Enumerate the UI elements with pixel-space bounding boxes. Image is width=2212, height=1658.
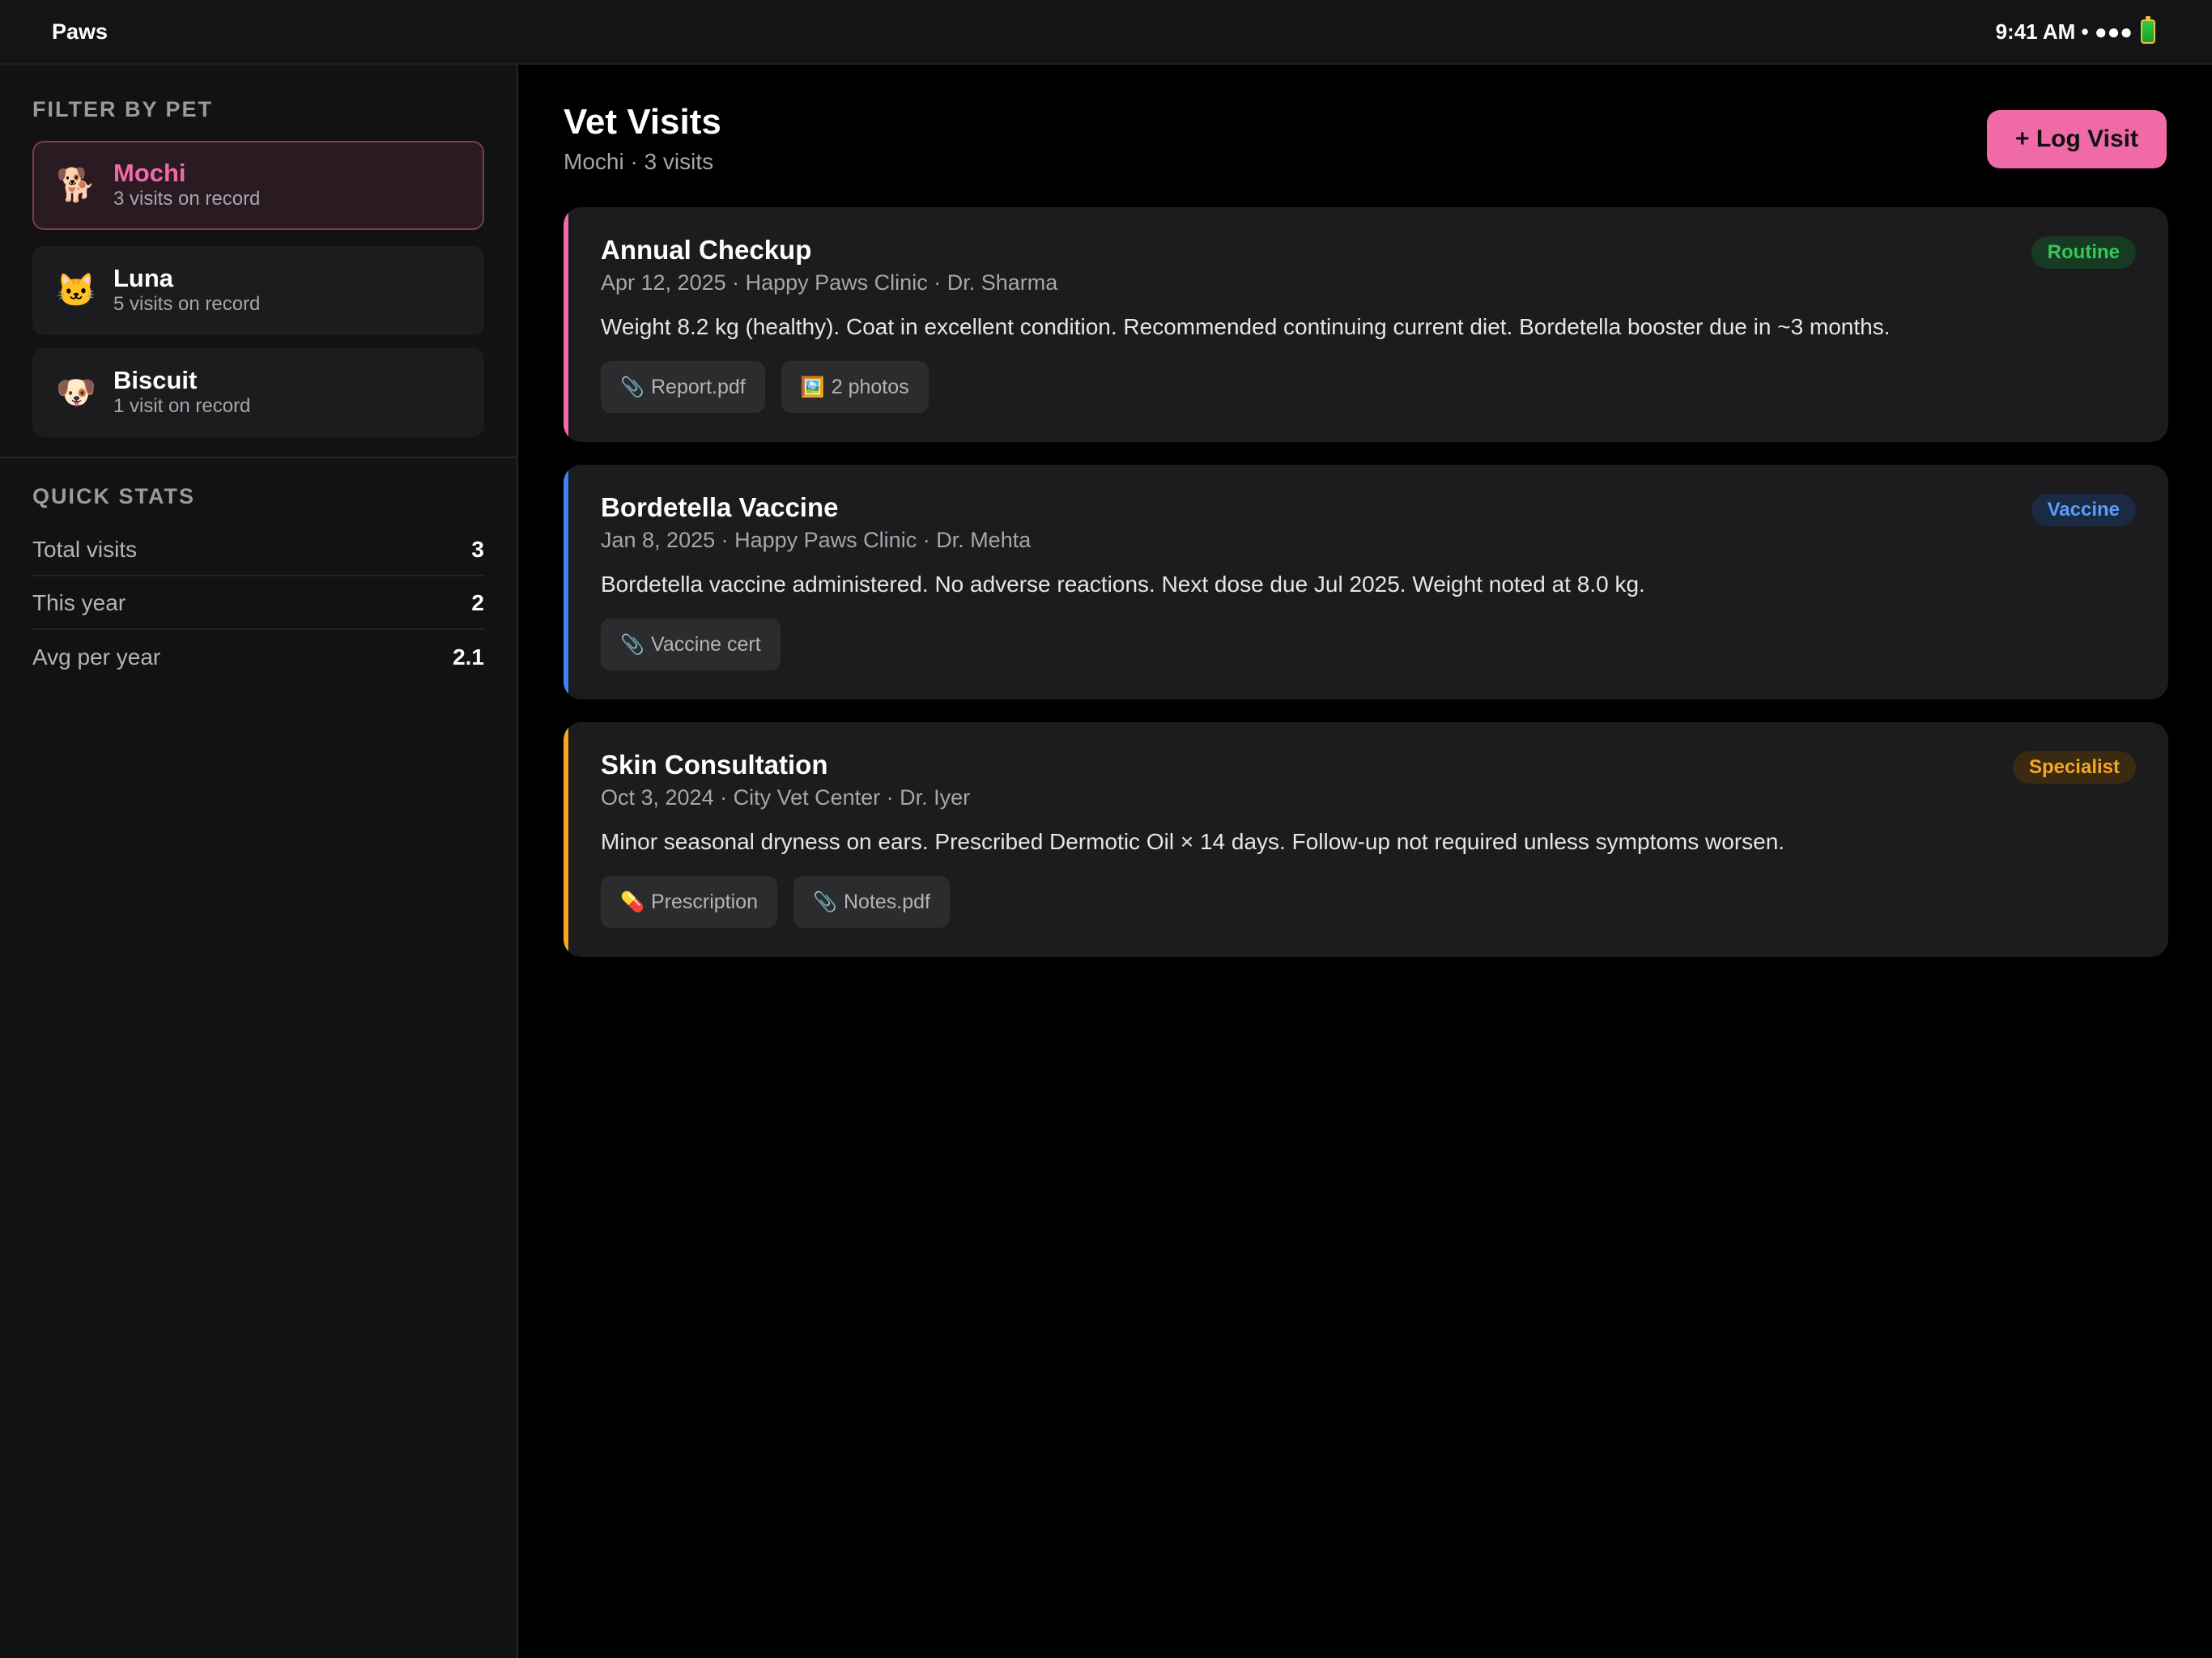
- visit-title: Bordetella Vaccine: [601, 492, 839, 522]
- pet-visit-count: 3 visits on record: [113, 188, 261, 210]
- status-bar: Paws 9:41 AM • ●●●: [0, 0, 2212, 65]
- sidebar: FILTER BY PET 🐕 Mochi 3 visits on record…: [0, 65, 518, 1658]
- pill-icon: 💊: [620, 891, 644, 913]
- attachment-label: 2 photos: [831, 375, 909, 398]
- visit-card[interactable]: Bordetella Vaccine Jan 8, 2025 · Happy P…: [564, 465, 2168, 699]
- visit-meta: Oct 3, 2024 · City Vet Center · Dr. Iyer: [601, 785, 971, 810]
- pet-name: Mochi: [113, 159, 186, 187]
- attachment-list: 💊 Prescription 📎 Notes.pdf: [601, 876, 951, 928]
- photo-icon: 🖼️: [800, 376, 825, 398]
- attachment-chip[interactable]: 🖼️ 2 photos: [781, 361, 929, 413]
- log-visit-button[interactable]: + Log Visit: [1987, 110, 2167, 168]
- visit-title: Skin Consultation: [601, 750, 828, 780]
- paperclip-icon: 📎: [620, 633, 644, 656]
- stat-total-visits: Total visits 3: [32, 525, 484, 576]
- stat-label: This year: [32, 590, 126, 615]
- battery-icon: [2141, 16, 2155, 44]
- app-name: Paws: [52, 19, 108, 44]
- visit-title: Annual Checkup: [601, 235, 812, 265]
- visit-accent-bar: [564, 207, 568, 442]
- pet-visit-count: 1 visit on record: [113, 395, 251, 417]
- stat-value: 2: [471, 590, 484, 615]
- visit-type-badge: Vaccine: [2031, 494, 2136, 526]
- paperclip-icon: 📎: [813, 891, 837, 913]
- visit-notes: Bordetella vaccine administered. No adve…: [601, 572, 1645, 597]
- status-indicators: 9:41 AM • ●●●: [1995, 16, 2155, 45]
- visit-notes: Minor seasonal dryness on ears. Prescrib…: [601, 829, 1785, 854]
- visit-type-badge: Routine: [2031, 236, 2136, 269]
- visit-card[interactable]: Skin Consultation Oct 3, 2024 · City Vet…: [564, 722, 2168, 957]
- pet-filter-mochi[interactable]: 🐕 Mochi 3 visits on record: [32, 141, 484, 230]
- attachment-label: Notes.pdf: [844, 890, 931, 913]
- status-time-signal: 9:41 AM • ●●●: [1995, 19, 2133, 44]
- pet-name: Luna: [113, 264, 174, 292]
- visit-accent-bar: [564, 722, 568, 957]
- page-subtitle: Mochi · 3 visits: [564, 149, 714, 174]
- attachment-chip[interactable]: 📎 Vaccine cert: [601, 619, 781, 670]
- attachment-label: Prescription: [651, 890, 758, 913]
- visit-meta: Apr 12, 2025 · Happy Paws Clinic · Dr. S…: [601, 270, 1058, 295]
- puppy-icon: 🐶: [56, 375, 96, 410]
- main-content: Vet Visits Mochi · 3 visits + Log Visit …: [520, 65, 2212, 1658]
- stat-value: 3: [471, 537, 484, 562]
- pet-filter-biscuit[interactable]: 🐶 Biscuit 1 visit on record: [32, 348, 484, 437]
- visit-card[interactable]: Annual Checkup Apr 12, 2025 · Happy Paws…: [564, 207, 2168, 442]
- stat-label: Total visits: [32, 537, 138, 562]
- paperclip-icon: 📎: [620, 376, 644, 398]
- visit-notes: Weight 8.2 kg (healthy). Coat in excelle…: [601, 314, 1891, 339]
- visit-accent-bar: [564, 465, 568, 699]
- cat-icon: 🐱: [56, 273, 96, 308]
- stat-this-year: This year 2: [32, 578, 484, 630]
- attachment-chip[interactable]: 📎 Report.pdf: [601, 361, 765, 413]
- attachment-list: 📎 Vaccine cert: [601, 619, 781, 670]
- attachment-label: Report.pdf: [651, 375, 746, 398]
- attachment-chip[interactable]: 💊 Prescription: [601, 876, 777, 928]
- stat-label: Avg per year: [32, 644, 161, 670]
- sidebar-divider: [0, 457, 517, 458]
- pet-name: Biscuit: [113, 366, 198, 394]
- pet-visit-count: 5 visits on record: [113, 293, 261, 315]
- visit-meta: Jan 8, 2025 · Happy Paws Clinic · Dr. Me…: [601, 528, 1032, 552]
- filter-by-pet-heading: FILTER BY PET: [32, 97, 214, 121]
- page-title: Vet Visits: [564, 102, 721, 142]
- pet-filter-luna[interactable]: 🐱 Luna 5 visits on record: [32, 246, 484, 335]
- attachment-list: 📎 Report.pdf 🖼️ 2 photos: [601, 361, 929, 413]
- stat-value: 2.1: [453, 644, 484, 670]
- stat-avg-per-year: Avg per year 2.1: [32, 631, 484, 683]
- quick-stats-heading: QUICK STATS: [32, 484, 195, 508]
- visit-type-badge: Specialist: [2012, 751, 2136, 784]
- attachment-chip[interactable]: 📎 Notes.pdf: [793, 876, 951, 928]
- attachment-label: Vaccine cert: [651, 632, 761, 656]
- dog-icon: 🐕: [56, 168, 96, 203]
